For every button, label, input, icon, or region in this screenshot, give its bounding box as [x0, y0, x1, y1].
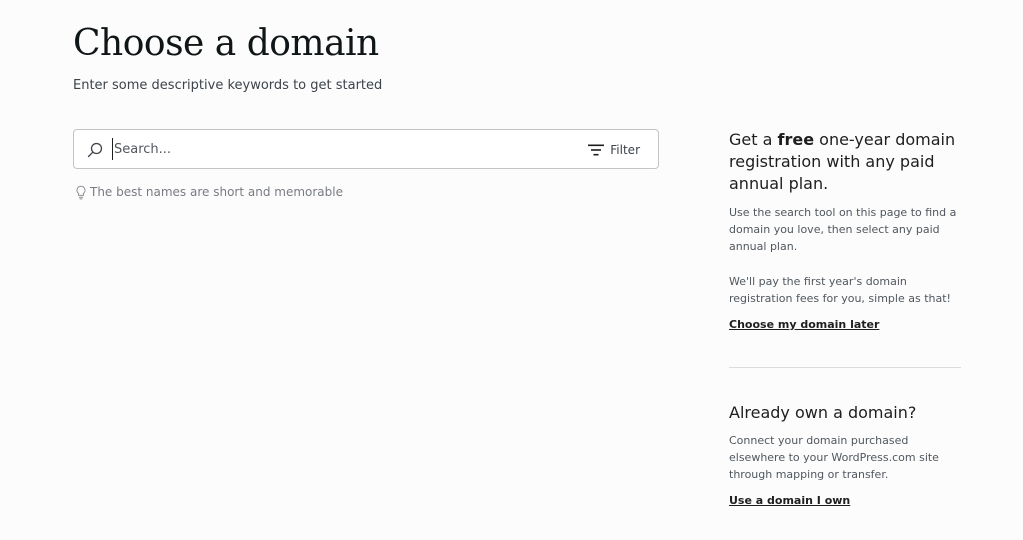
choose-domain-later-link[interactable]: Choose my domain later: [729, 317, 879, 333]
page-subtitle: Enter some descriptive keywords to get s…: [73, 78, 383, 93]
lightbulb-icon: [76, 185, 86, 199]
use-own-domain-link[interactable]: Use a domain I own: [729, 493, 850, 509]
own-domain-text: Connect your domain purchased elsewhere …: [729, 434, 939, 481]
free-domain-heading: Get a free one-year domain registration …: [729, 129, 961, 195]
sidebar-divider: [729, 367, 961, 368]
search-icon: [87, 142, 103, 158]
own-domain-heading: Already own a domain?: [729, 403, 917, 422]
filter-label: Filter: [610, 143, 640, 157]
domain-sidebar: Get a free one-year domain registration …: [729, 129, 961, 509]
page-title: Choose a domain: [73, 23, 379, 64]
filter-icon: [588, 144, 605, 156]
filter-button[interactable]: Filter: [588, 139, 640, 161]
search-hint: The best names are short and memorable: [75, 184, 343, 200]
choose-domain-page: Choose a domain Enter some descriptive k…: [0, 0, 1023, 540]
free-domain-fees-text: We'll pay the first year's domain regist…: [729, 275, 951, 305]
heading-prefix: Get a: [729, 130, 778, 149]
search-input[interactable]: [112, 138, 534, 160]
hint-text: The best names are short and memorable: [90, 185, 343, 199]
domain-search-box[interactable]: Filter: [73, 129, 659, 169]
heading-free-emphasis: free: [777, 130, 815, 149]
free-domain-text: Use the search tool on this page to find…: [729, 206, 957, 253]
